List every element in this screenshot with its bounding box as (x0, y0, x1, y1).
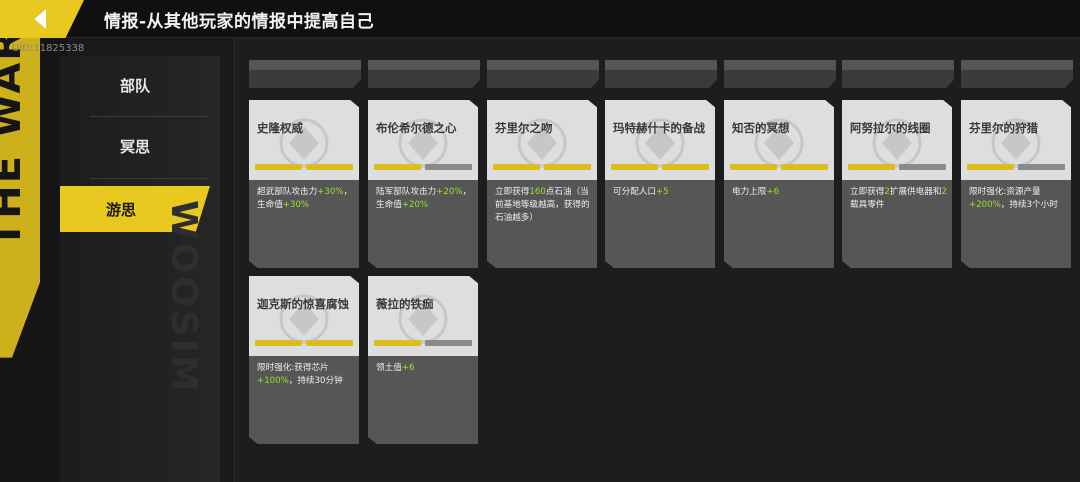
progress-segment (662, 164, 709, 170)
intel-card[interactable]: 芬里尔的狩猎限时强化:资源产量+200%，持续3个小时 (961, 100, 1071, 268)
intel-card[interactable]: 史隆权威超武部队攻击力+30%，生命值+30% (249, 100, 359, 268)
progress-segment (374, 164, 421, 170)
card-title: 史隆权威 (257, 121, 303, 135)
side-decor-word: WOOSIM (163, 200, 204, 395)
progress-segment (899, 164, 946, 170)
left-decor-word: THE WAR (0, 38, 30, 248)
progress-segment (374, 340, 421, 346)
side-decoration: WOOSIM (163, 200, 208, 480)
nav-divider (90, 178, 208, 179)
progress-segment (425, 164, 472, 170)
card-description: 领土值+6 (376, 363, 415, 373)
card-header: 阿努拉尔的线圈 (842, 100, 952, 180)
progress-segment (967, 164, 1014, 170)
card-description: 限时强化:资源产量+200%，持续3个小时 (969, 187, 1058, 210)
progress-segment (255, 340, 302, 346)
left-decoration: THE WAR (0, 38, 68, 482)
card-description: 陆军部队攻击力+20%，生命值+20% (376, 187, 472, 210)
uid-label: UID:11825338 (12, 43, 85, 54)
card-description: 立即获得2扩展供电器和2载具零件 (850, 187, 947, 210)
card-header: 布伦希尔德之心 (368, 100, 478, 180)
intel-card[interactable]: 布伦希尔德之心陆军部队攻击力+20%，生命值+20% (368, 100, 478, 268)
back-button[interactable] (0, 0, 84, 38)
nav-item-troops[interactable]: 部队 (60, 62, 210, 108)
card-header: 玛特赫什卡的备战 (605, 100, 715, 180)
card-description: 可分配人口+5 (613, 187, 669, 197)
card-header: 史隆权威 (249, 100, 359, 180)
card-title: 知否的冥想 (732, 121, 790, 135)
card-description: 电力上限+6 (732, 187, 780, 197)
page-title: 情报-从其他玩家的情报中提高自己 (104, 12, 375, 32)
intel-card[interactable]: 阿努拉尔的线圈立即获得2扩展供电器和2载具零件 (842, 100, 952, 268)
card-header: 迦克斯的惊喜腐蚀 (249, 276, 359, 356)
card-title: 薇拉的铁痂 (376, 297, 434, 311)
top-bar: 情报-从其他玩家的情报中提高自己 (0, 0, 1080, 38)
progress-segment (781, 164, 828, 170)
progress-segment (848, 164, 895, 170)
partial-card[interactable] (368, 60, 480, 88)
partial-card[interactable] (605, 60, 717, 88)
card-header: 芬里尔之吻 (487, 100, 597, 180)
intel-card[interactable]: 玛特赫什卡的备战可分配人口+5 (605, 100, 715, 268)
card-title: 阿努拉尔的线圈 (850, 121, 931, 135)
progress-segment (425, 340, 472, 346)
card-description: 限时强化:获得芯片+100%，持续30分钟 (257, 363, 343, 386)
card-header: 知否的冥想 (724, 100, 834, 180)
card-title: 玛特赫什卡的备战 (613, 121, 705, 135)
progress-segment (306, 340, 353, 346)
progress-segment (255, 164, 302, 170)
card-header: 薇拉的铁痂 (368, 276, 478, 356)
progress-segment (544, 164, 591, 170)
intel-card[interactable]: 迦克斯的惊喜腐蚀限时强化:获得芯片+100%，持续30分钟 (249, 276, 359, 444)
nav-item-meditation[interactable]: 冥思 (60, 123, 210, 169)
intel-card[interactable]: 薇拉的铁痂领土值+6 (368, 276, 478, 444)
progress-segment (306, 164, 353, 170)
nav-divider (90, 116, 208, 117)
card-title: 布伦希尔德之心 (376, 121, 457, 135)
intel-card[interactable]: 知否的冥想电力上限+6 (724, 100, 834, 268)
card-description: 超武部队攻击力+30%，生命值+30% (257, 187, 353, 210)
progress-segment (611, 164, 658, 170)
intel-card[interactable]: 芬里尔之吻立即获得160点石油（当前基地等级越高，获得的石油越多） (487, 100, 597, 268)
back-arrow-icon (30, 7, 50, 31)
partial-card[interactable] (961, 60, 1073, 88)
card-title: 芬里尔的狩猎 (969, 121, 1038, 135)
card-header: 芬里尔的狩猎 (961, 100, 1071, 180)
progress-segment (1018, 164, 1065, 170)
partial-card[interactable] (724, 60, 836, 88)
intel-card-grid: 史隆权威 超武部队攻击力+30%，生命值+30% 布伦希尔德之心 陆军部队攻击力+20… (234, 38, 1080, 482)
partial-card[interactable] (249, 60, 361, 88)
card-description: 立即获得160点石油（当前基地等级越高，获得的石油越多） (495, 187, 590, 223)
card-title: 迦克斯的惊喜腐蚀 (257, 297, 349, 311)
partial-card[interactable] (487, 60, 599, 88)
progress-segment (493, 164, 540, 170)
card-title: 芬里尔之吻 (495, 121, 553, 135)
progress-segment (730, 164, 777, 170)
partial-card[interactable] (842, 60, 954, 88)
